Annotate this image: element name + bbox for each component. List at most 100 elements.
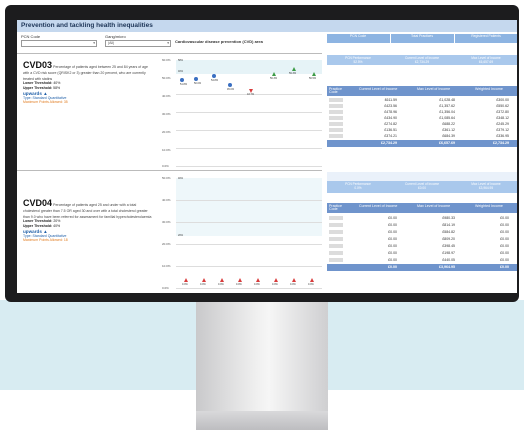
column-header: Weighted Income xyxy=(475,86,503,91)
table-row: £0.00 £814.19 £0.00 xyxy=(327,222,517,228)
income-table-header: Practice Code Current Level of Income Ma… xyxy=(327,86,517,96)
max-income-cell: £198.97 xyxy=(442,250,455,255)
summary-value: 0.0% xyxy=(354,186,362,190)
grid-line xyxy=(176,222,322,223)
gang-filter-label: Gang/micro xyxy=(105,34,126,39)
pcn-code-filter[interactable]: PCN Code ▾ xyxy=(21,34,97,47)
table-row: £374.21 £684.39 £336.95 xyxy=(327,133,517,139)
above-threshold-marker[interactable] xyxy=(292,67,296,71)
max-income-cell: £440.05 xyxy=(442,257,455,262)
chart-area-title: Cardiovascular disease prevention (CVD) … xyxy=(175,39,263,44)
point-label: 0.0% xyxy=(182,283,188,286)
redacted-practice-code xyxy=(329,122,343,126)
column-header: Practice Code xyxy=(329,86,342,95)
above-threshold-marker[interactable] xyxy=(272,72,276,76)
point-label: 0.0% xyxy=(290,283,296,286)
current-income-cell: £374.21 xyxy=(384,133,397,138)
indicator-cvd04: CVD04 Percentage of patients aged 25 and… xyxy=(23,198,153,242)
max-points: Maximum Points Allowed: 35 xyxy=(23,100,68,105)
y-tick-label: 10.0% xyxy=(162,264,171,268)
point-label: 0.0% xyxy=(236,283,242,286)
redacted-practice-code xyxy=(329,237,343,241)
indicator-code: CVD04 xyxy=(23,198,53,208)
point-label: 0.0% xyxy=(200,283,206,286)
pcn-code-filter-label: PCN Code xyxy=(21,34,41,39)
chevron-down-icon: ▾ xyxy=(93,41,95,45)
weighted-income-cell: £550.62 xyxy=(496,103,509,108)
point-label: 0.0% xyxy=(218,283,224,286)
chevron-down-icon: ▾ xyxy=(167,41,169,45)
below-threshold-marker[interactable] xyxy=(202,278,206,282)
column-header: Practice Code xyxy=(329,203,342,212)
redacted-practice-code xyxy=(329,244,343,248)
column-header: Current Level of Income xyxy=(359,86,398,91)
column-header: Max Level of Income xyxy=(417,203,451,208)
table-total-row: £0.00 £3,964.95 £0.00 xyxy=(327,264,517,271)
indicator-code: CVD03 xyxy=(23,60,53,70)
lower-threshold-label: Lower Threshold: xyxy=(23,81,53,86)
point-label: 0.0% xyxy=(272,283,278,286)
weighted-income-cell: £0.00 xyxy=(500,229,509,234)
above-threshold-marker[interactable] xyxy=(312,72,316,76)
grid-line xyxy=(176,112,322,113)
table-row: £0.00 £398.45 £0.00 xyxy=(327,243,517,249)
max-income-cell: £809.20 xyxy=(442,236,455,241)
current-income-cell: £423.56 xyxy=(384,103,397,108)
weighted-income-cell: £0.00 xyxy=(500,222,509,227)
point-label: 0.0% xyxy=(308,283,314,286)
y-tick-label: 10.0% xyxy=(162,148,171,152)
practice-point[interactable] xyxy=(212,74,216,78)
upper-threshold-value: 58% xyxy=(53,86,61,91)
threshold-band xyxy=(176,178,322,236)
below-threshold-marker[interactable] xyxy=(220,278,224,282)
section-divider xyxy=(17,53,322,54)
current-income-cell: £478.96 xyxy=(384,109,397,114)
practice-point[interactable] xyxy=(180,78,184,82)
current-income-cell: £0.00 xyxy=(388,243,397,248)
below-threshold-marker[interactable] xyxy=(184,278,188,282)
below-threshold-marker[interactable] xyxy=(256,278,260,282)
redacted-practice-code xyxy=(329,258,343,262)
filter-bar: PCN Code ▾ Gang/micro (All) ▾ xyxy=(21,34,311,52)
max-income-cell: £1,028.48 xyxy=(439,97,455,102)
practice-point[interactable] xyxy=(228,83,232,87)
total-max-income: £3,964.95 xyxy=(439,265,455,270)
gang-filter[interactable]: Gang/micro (All) ▾ xyxy=(105,34,171,47)
band-label: 40% xyxy=(178,70,184,73)
point-label: 0.0% xyxy=(254,283,260,286)
band-label: 58% xyxy=(178,59,184,62)
table-row: £0.00 £980.33 £0.00 xyxy=(327,215,517,221)
table-row: £0.00 £440.05 £0.00 xyxy=(327,257,517,263)
current-income-cell: £0.00 xyxy=(388,229,397,234)
max-points: Maximum Points Allowed: 18 xyxy=(23,238,68,243)
summary-value: £2,734.29 xyxy=(414,60,430,64)
practice-point[interactable] xyxy=(194,77,198,81)
current-income-cell: £0.00 xyxy=(388,222,397,227)
below-threshold-marker[interactable] xyxy=(310,278,314,282)
redacted-practice-code xyxy=(329,216,343,220)
point-label: 56.3% xyxy=(270,77,278,80)
below-threshold-marker[interactable] xyxy=(292,278,296,282)
redacted-practice-code xyxy=(329,134,343,138)
weighted-income-cell: £0.00 xyxy=(500,250,509,255)
current-income-cell: £0.00 xyxy=(388,215,397,220)
point-label: 45.0% xyxy=(227,88,235,91)
total-weighted-income: £2,734.29 xyxy=(493,141,509,146)
below-threshold-marker[interactable] xyxy=(238,278,242,282)
indicator-cvd03: CVD03 Percentage of patients aged betwee… xyxy=(23,60,153,104)
max-income-cell: £1,356.04 xyxy=(439,109,455,114)
pcn-code-select[interactable]: ▾ xyxy=(21,40,97,47)
y-tick-label: 20.0% xyxy=(162,130,171,134)
grid-line xyxy=(176,288,322,289)
current-income-cell: £136.51 xyxy=(384,127,397,132)
lower-threshold-value: 20% xyxy=(53,219,61,224)
gang-select[interactable]: (All) ▾ xyxy=(105,40,171,47)
total-max-income: £6,657.69 xyxy=(439,141,455,146)
title-bar: Prevention and tackling health inequalit… xyxy=(17,20,517,32)
max-income-cell: £1,085.64 xyxy=(439,115,455,120)
pcn-summary-header xyxy=(327,172,517,181)
weighted-income-cell: £379.12 xyxy=(496,127,509,132)
weighted-income-cell: £0.00 xyxy=(500,257,509,262)
monitor-stand xyxy=(196,300,328,412)
below-threshold-marker[interactable] xyxy=(274,278,278,282)
